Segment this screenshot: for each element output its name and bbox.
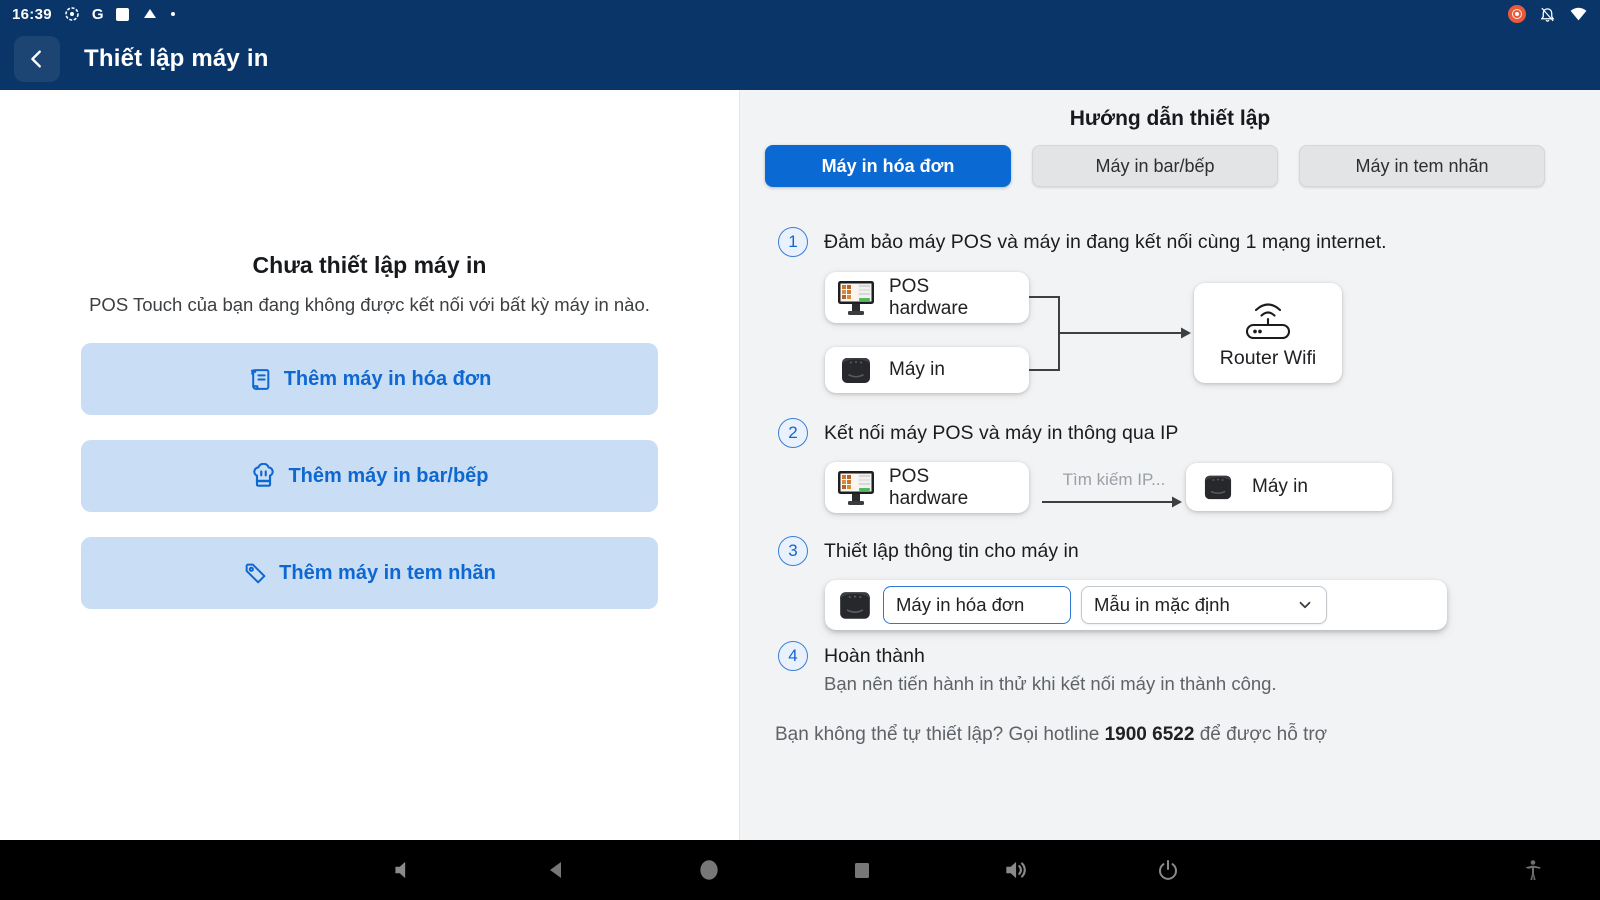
printer-card-2: Máy in <box>1186 463 1392 511</box>
step-3: 3 Thiết lập thông tin cho máy in <box>778 536 1079 566</box>
step-4-text: Hoàn thành <box>824 644 925 667</box>
android-nav-bar <box>0 840 1600 900</box>
setup-guide-panel: Hướng dẫn thiết lập Máy in hóa đơn Máy i… <box>740 90 1600 840</box>
printer-info-card: Mẫu in mặc định <box>825 580 1447 630</box>
chevron-down-icon <box>1299 601 1311 609</box>
printer-setup-screen: 16:39 G 4 Thiết lập máy in Chưa thiết lậ… <box>0 0 1600 900</box>
printer-image <box>840 592 870 619</box>
add-printer-buttons: Thêm máy in hóa đơn Thêm máy in bar/bếp … <box>81 343 658 609</box>
print-template-select[interactable]: Mẫu in mặc định <box>1081 586 1327 624</box>
step-4-subtext: Bạn nên tiến hành in thử khi kết nối máy… <box>824 673 1277 694</box>
app-bar: Thiết lập máy in <box>0 28 1600 90</box>
pos-terminal-image <box>838 470 874 505</box>
tab-label-printer[interactable]: Máy in tem nhãn <box>1299 145 1545 187</box>
hotline-prefix: Bạn không thể tự thiết lập? Gọi hotline <box>775 724 1105 745</box>
accessibility-icon <box>1525 860 1541 880</box>
header: 16:39 G 4 Thiết lập máy in <box>0 0 1600 90</box>
chef-hat-icon <box>253 462 275 487</box>
home-nav-icon[interactable] <box>696 857 722 883</box>
wifi-calling-icon: 4 <box>1569 6 1588 22</box>
add-label-printer-button[interactable]: Thêm máy in tem nhãn <box>81 537 658 609</box>
connection-bracket <box>1029 296 1191 371</box>
router-wifi-label: Router Wifi <box>1219 346 1317 369</box>
ip-search-label: Tìm kiếm IP... <box>1062 470 1166 489</box>
printer-image <box>842 358 870 383</box>
screen-record-indicator-icon <box>1508 5 1526 23</box>
printer-name-input[interactable] <box>883 586 1071 624</box>
status-bar-left: 16:39 G <box>12 6 175 23</box>
chevron-left-icon <box>31 50 41 68</box>
receipt-icon <box>250 368 270 390</box>
record-dot-icon <box>64 6 80 22</box>
recents-nav-icon[interactable] <box>850 858 874 882</box>
printer-card-2-label: Máy in <box>1252 476 1308 498</box>
add-label-printer-label: Thêm máy in tem nhãn <box>279 561 496 584</box>
router-icon <box>1245 302 1291 339</box>
back-button[interactable] <box>14 36 60 82</box>
print-template-value: Mẫu in mặc định <box>1094 594 1230 615</box>
tab-kitchen-printer[interactable]: Máy in bar/bếp <box>1032 145 1278 187</box>
step-3-number: 3 <box>778 536 808 566</box>
printer-type-tabs: Máy in hóa đơn Máy in bar/bếp Máy in tem… <box>765 145 1545 187</box>
white-square-icon <box>115 7 129 21</box>
step-3-text: Thiết lập thông tin cho máy in <box>824 539 1079 562</box>
step-2-number: 2 <box>778 418 808 448</box>
step-1-number: 1 <box>778 227 808 257</box>
add-receipt-printer-button[interactable]: Thêm máy in hóa đơn <box>81 343 658 415</box>
google-g-icon: G <box>91 5 104 23</box>
router-wifi-card: Router Wifi <box>1194 283 1342 383</box>
step-1: 1 Đảm bảo máy POS và máy in đang kết nối… <box>778 227 1387 257</box>
hotline-suffix: để được hỗ trợ <box>1194 724 1328 745</box>
notifications-off-icon <box>1539 6 1556 23</box>
printer-card: Máy in <box>825 347 1029 393</box>
status-bar: 16:39 G 4 <box>0 0 1600 28</box>
accessibility-shortcut[interactable] <box>1521 840 1545 900</box>
tab-receipt-printer[interactable]: Máy in hóa đơn <box>765 145 1011 187</box>
page-title: Thiết lập máy in <box>84 45 269 72</box>
step-4: 4 Hoàn thành <box>778 641 925 671</box>
step-4-number: 4 <box>778 641 808 671</box>
notification-dot-icon <box>170 12 175 16</box>
pos-terminal-image <box>838 280 874 315</box>
step-2: 2 Kết nối máy POS và máy in thông qua IP <box>778 418 1178 448</box>
step-2-text: Kết nối máy POS và máy in thông qua IP <box>824 421 1179 444</box>
guide-title: Hướng dẫn thiết lập <box>1069 107 1271 130</box>
add-kitchen-printer-button[interactable]: Thêm máy in bar/bếp <box>81 440 658 512</box>
printer-status-panel: Chưa thiết lập máy in POS Touch của bạn … <box>0 90 740 840</box>
add-kitchen-printer-label: Thêm máy in bar/bếp <box>288 464 489 487</box>
pos-hardware-label-2: POS hardware <box>889 466 969 509</box>
hotline-number: 1900 6522 <box>1104 724 1195 745</box>
printer-image <box>1204 475 1232 500</box>
volume-down-icon[interactable] <box>390 857 416 883</box>
status-bar-right: 4 <box>1508 5 1588 23</box>
back-nav-icon[interactable] <box>544 858 568 882</box>
no-printer-subheading: POS Touch của bạn đang không được kết nố… <box>89 294 650 315</box>
step-1-text: Đảm bảo máy POS và máy in đang kết nối c… <box>824 230 1387 253</box>
tag-icon <box>245 563 266 583</box>
pos-hardware-card-2: POS hardware <box>825 462 1029 513</box>
hotline-text: Bạn không thể tự thiết lập? Gọi hotline … <box>775 724 1327 746</box>
svg-text:4: 4 <box>1582 13 1586 20</box>
ip-arrow <box>1042 496 1182 508</box>
clock: 16:39 <box>12 5 52 23</box>
power-icon[interactable] <box>1156 858 1180 882</box>
pos-hardware-label: POS hardware <box>889 276 969 319</box>
add-receipt-printer-label: Thêm máy in hóa đơn <box>283 367 492 390</box>
printer-card-label: Máy in <box>889 359 945 381</box>
pos-hardware-card: POS hardware <box>825 272 1029 323</box>
volume-up-icon[interactable] <box>1002 857 1028 883</box>
upload-triangle-icon <box>141 7 159 21</box>
nav-icons <box>390 840 1180 900</box>
no-printer-heading: Chưa thiết lập máy in <box>252 252 487 278</box>
